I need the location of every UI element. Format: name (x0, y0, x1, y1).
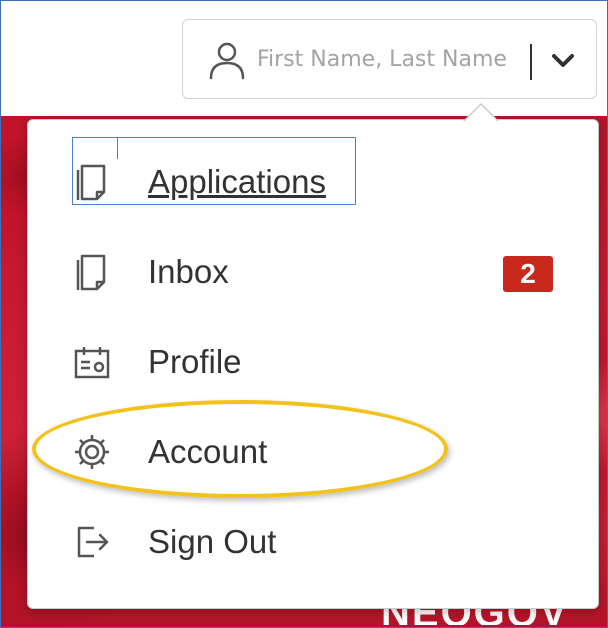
user-dropdown-menu: Applications Inbox 2 Profile Account Sig… (27, 103, 599, 609)
highlight-annotation-ring (32, 400, 448, 498)
menu-item-inbox[interactable]: Inbox 2 (28, 242, 598, 302)
screenshot-frame: NEOGOV Applications (0, 0, 608, 628)
unread-count-badge: 2 (503, 256, 553, 292)
document-icon (76, 164, 106, 201)
dropdown-pointer (463, 103, 499, 122)
document-icon (76, 254, 106, 291)
menu-item-label: Sign Out (148, 523, 277, 560)
chevron-down-icon[interactable] (549, 46, 577, 74)
menu-item-label: Inbox (148, 253, 229, 290)
menu-item-label: Applications (148, 163, 326, 200)
profile-card-icon (74, 347, 110, 379)
search-input[interactable] (257, 44, 557, 74)
sign-out-icon (77, 526, 109, 558)
menu-item-label: Profile (148, 343, 242, 380)
user-search-box[interactable] (182, 19, 597, 99)
menu-item-sign-out[interactable]: Sign Out (28, 512, 598, 572)
menu-item-applications[interactable]: Applications (28, 152, 598, 212)
user-icon (209, 42, 245, 80)
menu-item-profile[interactable]: Profile (28, 332, 598, 392)
text-caret (530, 44, 532, 80)
